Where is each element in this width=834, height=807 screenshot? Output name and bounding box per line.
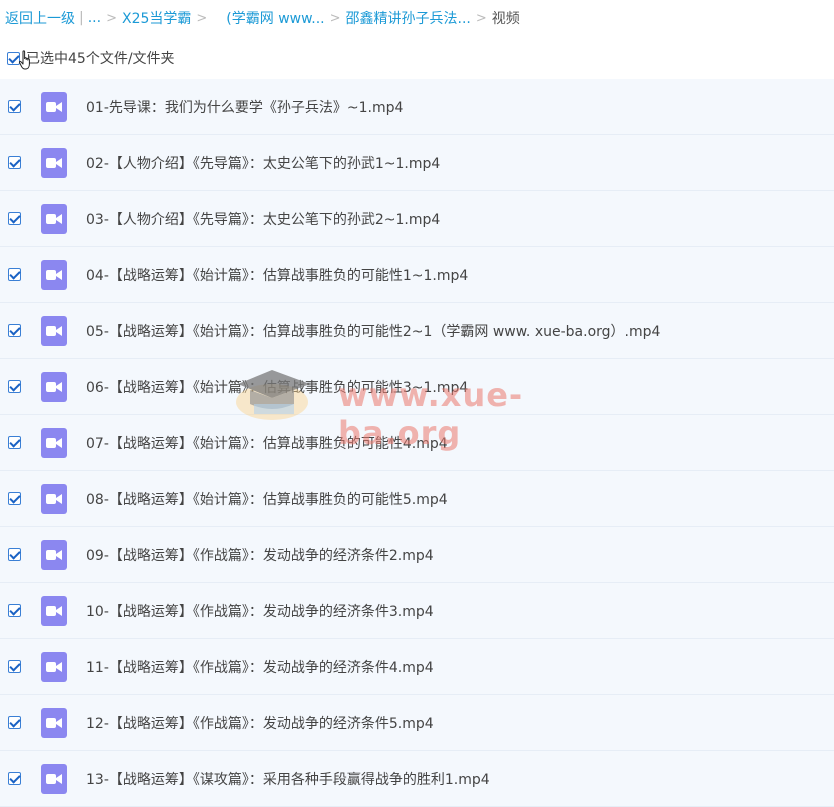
- video-file-icon: [41, 763, 67, 794]
- video-file-icon: [41, 91, 67, 122]
- file-row[interactable]: 08-【战略运筹】《始计篇》：估算战事胜负的可能性5.mp4: [0, 471, 834, 527]
- video-file-icon: [41, 651, 67, 682]
- file-row[interactable]: 06-【战略运筹】《始计篇》：估算战事胜负的可能性3~1.mp4: [0, 359, 834, 415]
- file-row[interactable]: 13-【战略运筹】《谋攻篇》：采用各种手段赢得战争的胜利1.mp4: [0, 751, 834, 807]
- file-checkbox[interactable]: [8, 268, 21, 281]
- video-file-icon: [41, 595, 67, 626]
- video-file-icon: [41, 203, 67, 234]
- crumb-ellipsis[interactable]: ...: [88, 10, 101, 26]
- file-checkbox[interactable]: [8, 436, 21, 449]
- file-checkbox[interactable]: [8, 212, 21, 225]
- crumb-pipe: |: [79, 10, 84, 26]
- file-checkbox[interactable]: [8, 548, 21, 561]
- file-row[interactable]: 10-【战略运筹】《作战篇》：发动战争的经济条件3.mp4: [0, 583, 834, 639]
- file-name[interactable]: 12-【战略运筹】《作战篇》：发动战争的经济条件5.mp4: [86, 713, 434, 733]
- file-checkbox[interactable]: [8, 772, 21, 785]
- file-checkbox[interactable]: [8, 100, 21, 113]
- selection-bar: 已选中45个文件/文件夹: [0, 40, 834, 76]
- file-checkbox[interactable]: [8, 660, 21, 673]
- file-name[interactable]: 13-【战略运筹】《谋攻篇》：采用各种手段赢得战争的胜利1.mp4: [86, 769, 490, 789]
- file-row[interactable]: 04-【战略运筹】《始计篇》：估算战事胜负的可能性1~1.mp4: [0, 247, 834, 303]
- crumb-separator: >: [329, 10, 341, 26]
- file-row[interactable]: 12-【战略运筹】《作战篇》：发动战争的经济条件5.mp4: [0, 695, 834, 751]
- crumb-current: 视频: [491, 11, 520, 27]
- video-file-icon: [41, 371, 67, 402]
- file-name[interactable]: 08-【战略运筹】《始计篇》：估算战事胜负的可能性5.mp4: [86, 489, 448, 509]
- file-name[interactable]: 03-【人物介绍】《先导篇》：太史公笔下的孙武2~1.mp4: [86, 209, 440, 229]
- file-name[interactable]: 06-【战略运筹】《始计篇》：估算战事胜负的可能性3~1.mp4: [86, 377, 468, 397]
- file-checkbox[interactable]: [8, 716, 21, 729]
- file-row[interactable]: 03-【人物介绍】《先导篇》：太史公笔下的孙武2~1.mp4: [0, 191, 834, 247]
- selection-count: 已选中45个文件/文件夹: [26, 51, 175, 67]
- file-checkbox[interactable]: [8, 156, 21, 169]
- file-checkbox[interactable]: [8, 492, 21, 505]
- crumb-separator: >: [196, 10, 208, 26]
- video-file-icon: [41, 315, 67, 346]
- video-file-icon: [41, 427, 67, 458]
- video-file-icon: [41, 483, 67, 514]
- crumb-level1[interactable]: X25当学霸: [122, 8, 191, 28]
- crumb-separator: >: [475, 10, 487, 26]
- crumb-level3[interactable]: 邵鑫精讲孙子兵法...: [346, 8, 471, 28]
- video-file-icon: [41, 707, 67, 738]
- file-name[interactable]: 10-【战略运筹】《作战篇》：发动战争的经济条件3.mp4: [86, 601, 434, 621]
- file-name[interactable]: 11-【战略运筹】《作战篇》：发动战争的经济条件4.mp4: [86, 657, 434, 677]
- file-checkbox[interactable]: [8, 324, 21, 337]
- file-name[interactable]: 09-【战略运筹】《作战篇》：发动战争的经济条件2.mp4: [86, 545, 434, 565]
- hand-cursor-icon: [18, 50, 30, 70]
- file-name[interactable]: 07-【战略运筹】《始计篇》：估算战事胜负的可能性4.mp4: [86, 433, 448, 453]
- video-file-icon: [41, 259, 67, 290]
- file-name[interactable]: 01-先导课：我们为什么要学《孙子兵法》~1.mp4: [86, 97, 403, 117]
- file-row[interactable]: 07-【战略运筹】《始计篇》：估算战事胜负的可能性4.mp4: [0, 415, 834, 471]
- crumb-separator: >: [106, 10, 117, 26]
- file-list: 01-先导课：我们为什么要学《孙子兵法》~1.mp4 02-【人物介绍】《先导篇》…: [0, 79, 834, 807]
- file-name[interactable]: 05-【战略运筹】《始计篇》：估算战事胜负的可能性2~1（学霸网 www. xu…: [86, 321, 660, 341]
- file-row[interactable]: 01-先导课：我们为什么要学《孙子兵法》~1.mp4: [0, 79, 834, 135]
- file-name[interactable]: 02-【人物介绍】《先导篇》：太史公笔下的孙武1~1.mp4: [86, 153, 440, 173]
- file-row[interactable]: 09-【战略运筹】《作战篇》：发动战争的经济条件2.mp4: [0, 527, 834, 583]
- video-file-icon: [41, 147, 67, 178]
- file-row[interactable]: 11-【战略运筹】《作战篇》：发动战争的经济条件4.mp4: [0, 639, 834, 695]
- file-row[interactable]: 05-【战略运筹】《始计篇》：估算战事胜负的可能性2~1（学霸网 www. xu…: [0, 303, 834, 359]
- file-checkbox[interactable]: [8, 380, 21, 393]
- file-checkbox[interactable]: [8, 604, 21, 617]
- crumb-level2[interactable]: (学霸网 www...: [226, 8, 324, 28]
- back-link[interactable]: 返回上一级: [5, 8, 75, 28]
- file-row[interactable]: 02-【人物介绍】《先导篇》：太史公笔下的孙武1~1.mp4: [0, 135, 834, 191]
- file-name[interactable]: 04-【战略运筹】《始计篇》：估算战事胜负的可能性1~1.mp4: [86, 265, 468, 285]
- breadcrumb: 返回上一级 | ... > X25当学霸 > (学霸网 www... > 邵鑫精…: [5, 0, 834, 36]
- video-file-icon: [41, 539, 67, 570]
